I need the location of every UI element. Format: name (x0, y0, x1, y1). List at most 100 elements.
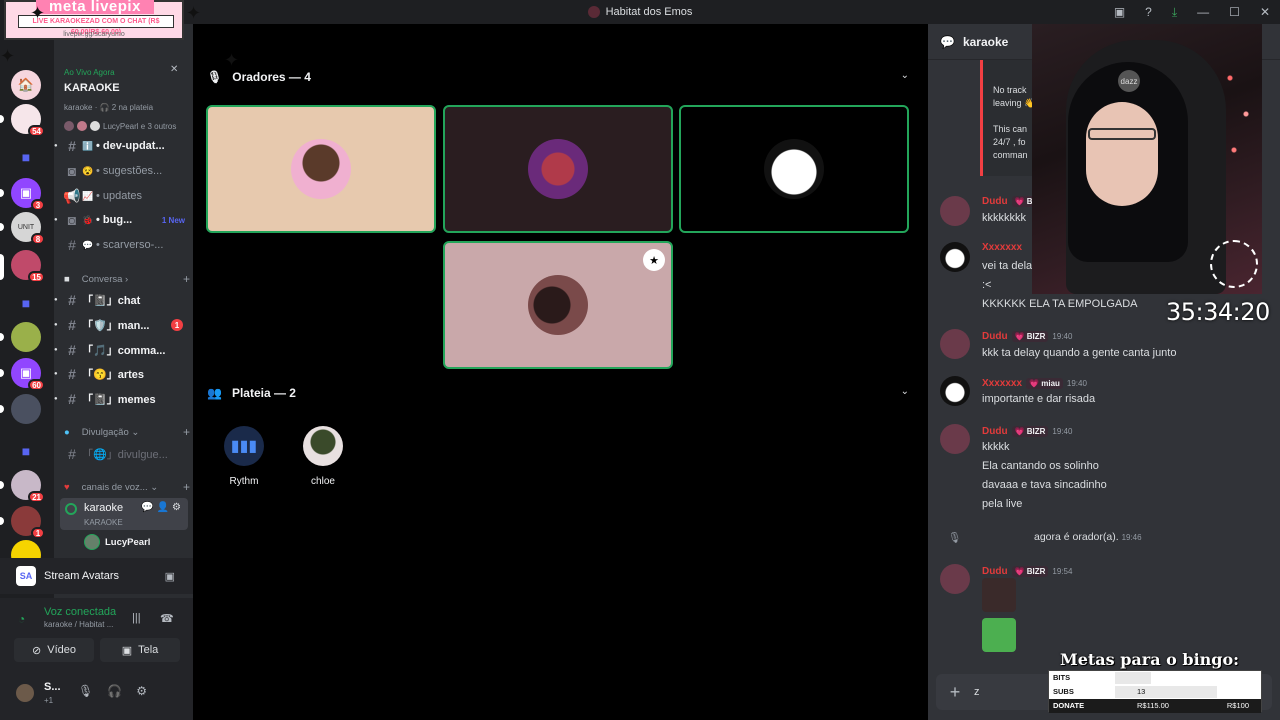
message-author[interactable]: Xxxxxxx (982, 378, 1022, 389)
folder-icon[interactable]: ■ (11, 436, 41, 466)
server-icon[interactable] (11, 322, 41, 352)
unread-badge: 54 (28, 125, 45, 137)
channel-item[interactable]: ● ◙ 🐞 • bug... 1 New (54, 210, 193, 230)
composer-input[interactable]: z (974, 686, 980, 698)
channel-item[interactable]: 📢 📈 • updates (54, 186, 193, 206)
goal-max: R$100 (1226, 701, 1249, 710)
audience-title: Plateia — 2 (231, 386, 296, 400)
voice-status[interactable]: Voz conectada (44, 606, 116, 618)
add-channel-icon[interactable]: + (183, 480, 190, 494)
microphone-icon[interactable]: 🎙 (78, 684, 93, 698)
message-author[interactable]: Dudu (982, 331, 1008, 342)
message-text: kkk ta delay quando a gente canta junto (982, 347, 1177, 359)
channel-item[interactable]: ● # 「🛡️」man... 1 (54, 315, 193, 335)
category-divulgacao[interactable]: ● Divulgação ⌄ + (64, 425, 190, 439)
server-icon[interactable]: 🏠 (11, 70, 41, 100)
message-author[interactable]: Xxxxxxx (982, 242, 1022, 253)
avatar[interactable] (940, 564, 970, 594)
message-author[interactable]: Dudu (982, 566, 1008, 577)
server-icon[interactable]: 15 (11, 250, 45, 283)
disconnect-icon[interactable]: ☎ (160, 612, 174, 625)
channel-item[interactable]: ● # 「🎵」comma... (54, 340, 193, 360)
folder-icon[interactable]: ■ (11, 288, 41, 318)
inbox-icon[interactable]: ▣ (1114, 5, 1125, 19)
audience-header[interactable]: 👥 Plateia — 2 (207, 384, 296, 402)
channel-item[interactable]: ● # 「😙」artes (54, 364, 193, 384)
channel-item[interactable]: ● # ℹ️ • dev-updat... (54, 136, 193, 156)
live-now-label: Ao Vivo Agora (64, 64, 192, 78)
channel-item[interactable]: # 💬 • scarverso-... (54, 235, 193, 255)
emoji-image[interactable] (982, 578, 1016, 612)
star-icon: ✦ (186, 3, 202, 23)
channel-emoji: 🐞 (82, 214, 94, 225)
progress-fill (1115, 672, 1151, 684)
folder-icon[interactable]: ■ (11, 142, 41, 172)
message-author[interactable]: Dudu (982, 426, 1008, 437)
headphones-icon[interactable]: 🎧 (107, 684, 122, 698)
unread-dot-icon: ● (54, 143, 58, 149)
speaker-tile[interactable] (206, 105, 436, 233)
minimize-icon[interactable]: — (1197, 5, 1209, 19)
goal-value: 13 (1137, 687, 1146, 696)
server-icon[interactable]: UNIT 8 (11, 212, 45, 245)
close-icon[interactable]: ✕ (1260, 5, 1270, 19)
add-attachment-icon[interactable]: + (936, 682, 974, 703)
screen-share-button[interactable]: ▣ Tela (100, 638, 180, 662)
avatar[interactable] (940, 329, 970, 359)
event-title[interactable]: KARAOKE (64, 82, 120, 94)
server-icon[interactable]: 1 (11, 506, 45, 539)
noise-suppression-icon[interactable]: ||| (132, 612, 141, 624)
chevron-down-icon[interactable]: ⌄ (901, 386, 909, 397)
chevron-down-icon[interactable]: ⌄ (901, 70, 909, 81)
event-meta: karaoke · 🎧 2 na plateia (64, 103, 154, 112)
channel-item[interactable]: ● # 「📓」memes (54, 389, 193, 409)
microphone-icon: 🎙 (207, 70, 223, 84)
category-label: Divulgação (81, 426, 129, 438)
goal-value: R$115.00 (1137, 701, 1169, 710)
voice-channel-karaoke[interactable]: karaoke KARAOKE 💬👤⚙ (60, 498, 188, 530)
activity-icon[interactable]: ▣ (165, 570, 175, 583)
channel-item[interactable]: # 「🌐」divulgue... (54, 444, 193, 464)
server-icon[interactable] (11, 394, 41, 424)
audience-member[interactable]: chloe (293, 426, 353, 487)
avatar[interactable] (14, 682, 36, 704)
twitch-icon[interactable]: ▣ 3 (11, 178, 45, 211)
stream-avatars-label: Stream Avatars (44, 570, 119, 582)
server-icon[interactable]: 21 (11, 470, 45, 503)
channel-item[interactable]: ◙ 😵 • sugestões... (54, 161, 193, 181)
help-icon[interactable]: ? (1145, 5, 1152, 19)
unread-badge: 60 (28, 379, 45, 391)
server-icon[interactable]: 54 (11, 104, 45, 137)
avatar[interactable] (940, 376, 970, 406)
video-button[interactable]: ⊘ Vídeo (14, 638, 94, 662)
speaker-tile[interactable] (443, 105, 673, 233)
user-name[interactable]: S... (44, 681, 61, 693)
goal-label: DONATE (1053, 701, 1085, 710)
audience-member[interactable]: ▮▮▮ Rythm (214, 426, 274, 487)
category-voice[interactable]: ♥ canais de voz... ⌄ + (64, 480, 190, 494)
maximize-icon[interactable]: ☐ (1229, 5, 1240, 19)
twitch-icon[interactable]: ▣ 60 (11, 358, 45, 391)
avatar[interactable] (940, 242, 970, 272)
message-author[interactable]: Dudu (982, 196, 1008, 207)
pepe-emoji-image[interactable] (982, 618, 1016, 652)
voice-user[interactable]: LucyPearl (84, 534, 150, 550)
channel-item[interactable]: ● # 「📓」chat (54, 290, 193, 310)
avatar[interactable] (940, 196, 970, 226)
server-icon (587, 6, 600, 18)
add-channel-icon[interactable]: + (183, 425, 190, 439)
audience-name: chloe (311, 476, 335, 487)
settings-gear-icon[interactable]: ⚙ (136, 684, 147, 698)
speakers-header[interactable]: 🎙 Oradores — 4 (207, 68, 311, 86)
add-channel-icon[interactable]: + (183, 272, 190, 286)
category-conversa[interactable]: ■ Conversa › + (64, 272, 190, 286)
moderator-shield-icon: ★ (643, 249, 665, 271)
channel-name: 「📓」chat (82, 295, 141, 307)
speaker-tile[interactable] (679, 105, 909, 233)
avatar[interactable] (940, 424, 970, 454)
voice-channel-actions[interactable]: 💬👤⚙ (141, 502, 184, 513)
user-panel: S... +1 🎙 🎧 ⚙ (0, 676, 193, 720)
stream-avatars-bar[interactable]: SA Stream Avatars ▣ (0, 558, 193, 594)
download-icon[interactable]: ⤓ (1172, 5, 1177, 20)
speaker-tile[interactable]: ★ (443, 241, 673, 369)
